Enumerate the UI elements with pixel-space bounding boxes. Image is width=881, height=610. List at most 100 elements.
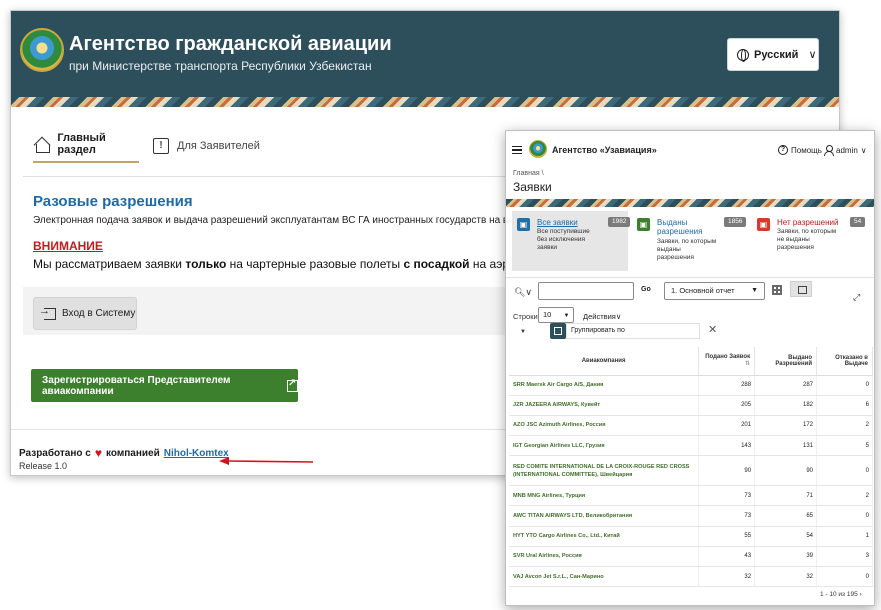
chevron-right-icon[interactable]: › [860,591,862,598]
close-icon[interactable]: ✕ [708,323,717,336]
col-refused[interactable]: Отказано в Выдаче [816,347,873,376]
caret-down-icon: ▼ [751,287,758,294]
table-row[interactable]: HYT YTO Cargo Airlines Co., Ltd., Китай 5… [509,526,873,547]
submitted-cell: 32 [698,566,756,588]
attention-bold-only: только [185,257,227,271]
issued-cell: 90 [754,455,818,487]
login-button[interactable]: Вход в Систему [33,297,137,330]
help-button[interactable]: ? Помощь [778,145,822,155]
submitted-cell: 201 [698,415,756,437]
refused-cell: 5 [816,435,873,457]
card-count-badge: 54 [850,217,866,227]
group-by-filter[interactable]: Группировать по [566,323,700,339]
airline-cell[interactable]: SVR Ural Airlines, Россия [509,546,700,568]
actions-label: Действия [583,312,616,321]
table-row[interactable]: IGT Georgian Airlines LLC, Грузия 143 131 5 [509,435,873,457]
airline-cell[interactable]: MNB MNG Airlines, Турция [509,485,700,507]
red-arrow-annotation-icon [219,457,314,465]
refused-cell: 1 [816,526,873,547]
submitted-cell: 143 [698,435,756,457]
tab-main-section[interactable]: Главный раздел [33,129,139,163]
airline-cell[interactable]: IGT Georgian Airlines LLC, Грузия [509,435,700,457]
table-row[interactable]: AWC TITAN AIRWAYS LTD, Великобритания 73 6… [509,505,873,527]
inbox-icon: ▣ [517,218,530,231]
admin-app-title[interactable]: Агентство «Узавиация» [552,145,657,155]
airline-cell[interactable]: HYT YTO Cargo Airlines Co., Ltd., Китай [509,526,700,547]
issued-cell: 131 [754,435,818,457]
screenshot-stage: Агентство гражданской авиации при Минист… [0,0,881,610]
table-row[interactable]: VAJ Avcon Jet S.r.L., Сан-Марино 32 32 0 [509,566,873,588]
caret-down-icon: ▼ [563,313,570,319]
hamburger-menu-icon[interactable] [512,146,522,154]
portal-header: Агентство гражданской авиации при Минист… [11,11,839,97]
collapse-toggle-icon[interactable]: ▼ [520,329,526,335]
table-row[interactable]: MNB MNG Airlines, Турция 73 71 2 [509,485,873,507]
refused-cell: 0 [816,455,873,487]
table-row[interactable]: JZR JAZEERA AIRWAYS, Кувейт 205 182 6 [509,395,873,416]
card-issued-permits[interactable]: ▣ Выданы разрешения Заявки, по которым в… [632,211,750,271]
airline-cell[interactable]: RED COMITE INTERNATIONAL DE LA CROIX-ROU… [509,455,700,487]
attention-bold-landing: с посадкой [403,257,470,271]
register-airline-button[interactable]: Зарегистрироваться Представителем авиако… [31,369,298,402]
actions-menu[interactable]: Действия∨ [583,312,621,321]
announcement-title: Разовые разрешения [33,193,193,210]
issued-cell: 32 [754,566,818,588]
table-row[interactable]: RED COMITE INTERNATIONAL DE LA CROIX-ROU… [509,455,873,487]
user-menu[interactable]: admin ∨ [824,145,867,156]
tab-applicants[interactable]: ! Для Заявителей [153,129,260,163]
ornament-banner [11,97,839,107]
language-selector[interactable]: Русский ∨ [727,38,819,71]
report-view-icon[interactable] [790,281,812,297]
airline-cell[interactable]: AZO JSC Azimuth Airlines, Россия [509,415,700,437]
heart-icon: ♥ [94,446,102,460]
report-select-value: 1. Основной отчет [671,286,735,295]
rows-value: 10 [543,310,552,319]
help-label: Помощь [791,145,822,155]
refused-cell: 3 [816,546,873,568]
group-by-row: ▼ Группировать по ✕ [506,321,874,343]
col-issued[interactable]: Выдано Разрешений [754,347,818,376]
airline-cell[interactable]: VAJ Avcon Jet S.r.L., Сан-Марино [509,566,700,588]
user-name: admin [836,145,858,155]
expand-icon[interactable]: ⤢ [853,292,860,303]
table-body: SRR Maersk Air Cargo A/S, Дания 288 287 0 JZ… [509,375,873,588]
uzbekistan-emblem-icon [20,28,64,72]
go-button[interactable]: Go [641,286,651,293]
announcement-description: Электронная подача заявок и выдача разре… [33,215,533,226]
col-airline[interactable]: Авиакомпания [509,347,700,376]
airline-cell[interactable]: JZR JAZEERA AIRWAYS, Кувейт [509,395,700,416]
pagination: 1 - 10 из 195 › [820,591,862,598]
attention-text-part: на чартерные разовые полеты [226,257,404,271]
grid-view-icon[interactable] [772,285,782,295]
airline-cell[interactable]: SRR Maersk Air Cargo A/S, Дания [509,375,700,396]
sign-in-icon [39,305,56,320]
card-no-permits[interactable]: ▣ Нет разрешений Заявки, по которым не в… [752,211,870,271]
attention-text-part: Мы рассматриваем заявки [33,257,186,271]
col-submitted[interactable]: Подано Заявок ⇅ [698,347,756,376]
refused-cell: 2 [816,415,873,437]
card-all-applications[interactable]: ▣ Все заявки Все поступившие без исключе… [512,211,631,271]
airline-cell[interactable]: AWC TITAN AIRWAYS LTD, Великобритания [509,505,700,527]
card-label: Выданы разрешения [657,218,703,236]
report-select[interactable]: 1. Основной отчет ▼ [664,282,765,300]
portal-tabs: Главный раздел ! Для Заявителей [33,129,533,169]
breadcrumb[interactable]: Главная \ [513,170,544,177]
table-row[interactable]: SRR Maersk Air Cargo A/S, Дания 288 287 0 [509,375,873,396]
search-icon[interactable]: 🔍︎∨ [514,287,532,298]
agency-title: Агентство гражданской авиации [69,33,392,55]
table-row[interactable]: AZO JSC Azimuth Airlines, Россия 201 172 2 [509,415,873,437]
table-row[interactable]: SVR Ural Airlines, Россия 43 39 3 [509,546,873,568]
issued-cell: 172 [754,415,818,437]
search-input[interactable] [538,282,634,300]
register-label: Зарегистрироваться Представителем авиако… [42,374,231,397]
rows-label: Строки [513,312,538,321]
home-icon [33,136,51,153]
submitted-cell: 73 [698,505,756,527]
admin-applications-window: Агентство «Узавиация» ? Помощь admin ∨ Г… [505,130,875,606]
refused-cell: 0 [816,566,873,588]
by-company-text: компанией [105,447,160,459]
page-title: Заявки [513,180,552,194]
globe-icon [737,48,749,62]
submitted-cell: 288 [698,375,756,396]
approved-icon: ▣ [637,218,650,231]
